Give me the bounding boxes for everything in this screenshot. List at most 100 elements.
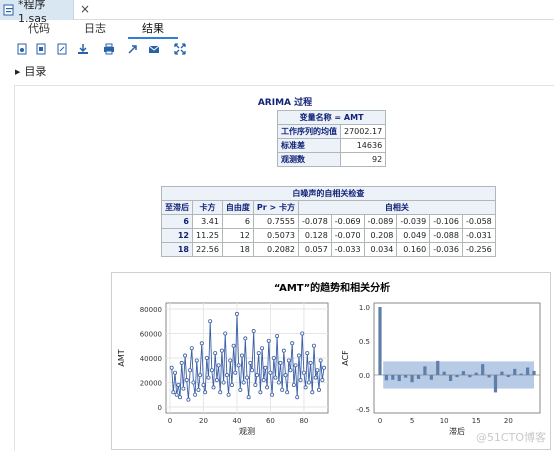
- data-point: [181, 386, 186, 391]
- data-point: [198, 373, 203, 378]
- data-point: [229, 382, 234, 387]
- expand-icon[interactable]: [174, 43, 186, 55]
- data-point: [173, 370, 178, 375]
- data-point: [189, 346, 194, 351]
- data-point: [174, 392, 179, 397]
- y-tick-label: 20000: [140, 380, 162, 388]
- data-point: [308, 360, 313, 365]
- data-point: [188, 368, 193, 373]
- data-point: [233, 370, 238, 375]
- result-subtabs: 代码 日志 结果: [0, 21, 554, 39]
- data-point: [239, 353, 244, 358]
- data-point: [214, 378, 219, 383]
- data-point: [281, 348, 286, 353]
- wn-title: 白噪声的自相关检查: [161, 186, 496, 201]
- y-tick-label: 0.5: [359, 338, 370, 346]
- data-point: [313, 375, 318, 380]
- table-row: 观测数 92: [277, 152, 387, 167]
- x-tick-label: 40: [232, 417, 241, 425]
- data-point: [221, 380, 226, 385]
- acf-bar: [404, 375, 408, 378]
- data-point: [311, 343, 316, 348]
- data-point: [265, 385, 270, 390]
- email-icon[interactable]: [148, 43, 160, 55]
- acf-bar: [436, 360, 440, 375]
- data-point: [306, 380, 311, 385]
- close-tab-icon[interactable]: ×: [80, 2, 90, 16]
- chart-svg: 0 20000 40000 60000 80000 0 20 40 60 80 观测 AMT -0.5 0…: [117, 302, 541, 436]
- tab-log[interactable]: 日志: [78, 21, 112, 39]
- acf-bar: [461, 371, 466, 375]
- data-point: [298, 378, 303, 383]
- data-point: [176, 382, 181, 387]
- download-icon[interactable]: [77, 43, 89, 55]
- data-point: [224, 373, 229, 378]
- acf-bar: [416, 375, 421, 379]
- col-df: 自由度: [221, 200, 254, 215]
- data-point: [213, 351, 218, 356]
- x-tick-label: 10: [440, 417, 449, 425]
- acf-bar: [442, 371, 446, 375]
- results-pane: ARIMA 过程 变量名称 = AMT 工作序列的均值 27002.17 标准差 1…: [14, 85, 554, 451]
- data-point: [275, 333, 280, 338]
- data-point: [223, 331, 228, 336]
- data-point: [318, 358, 323, 363]
- table-row: 标准差 14636: [277, 138, 387, 153]
- data-point: [268, 370, 273, 375]
- data-point: [260, 346, 265, 351]
- document-titlebar: *程序 1.sas ×: [0, 0, 554, 25]
- data-point: [236, 363, 241, 368]
- plot-frame: [373, 302, 541, 414]
- program-tab[interactable]: *程序 1.sas: [0, 0, 74, 25]
- proc-title: ARIMA 过程: [257, 98, 313, 108]
- data-point: [305, 351, 310, 356]
- print-icon[interactable]: [103, 43, 115, 55]
- y-tick-label: 40000: [140, 355, 162, 363]
- tab-results[interactable]: 结果: [128, 21, 178, 39]
- data-point: [219, 348, 224, 353]
- data-point: [316, 387, 321, 392]
- data-point: [194, 358, 199, 363]
- save-icon[interactable]: [56, 43, 68, 55]
- table-row: 6 3.41 6 0.7555 -0.078 -0.069 -0.089 -0.039 -0.…: [161, 214, 496, 229]
- table-row: 工作序列的均值 27002.17: [277, 124, 387, 139]
- table-row: 18 22.56 18 0.2082 0.057 -0.033 0.034 0.160 -0.…: [161, 242, 496, 257]
- outline-toggle[interactable]: ▶ 目录: [15, 63, 46, 79]
- data-point: [231, 343, 236, 348]
- x-axis-label: 滞后: [449, 426, 465, 436]
- new-icon[interactable]: [16, 43, 28, 55]
- data-point: [261, 378, 266, 383]
- data-point: [278, 360, 283, 365]
- acf-bar: [423, 366, 427, 375]
- data-point: [263, 365, 268, 370]
- data-point: [238, 387, 243, 392]
- data-point: [171, 390, 176, 395]
- data-point: [191, 380, 196, 385]
- x-tick-label: 5: [410, 417, 414, 425]
- data-point: [201, 382, 206, 387]
- trend-correlation-panel: “AMT”的趋势和相关分析 0 20000 40000 60000 80000 0 20 40…: [111, 272, 551, 450]
- data-point: [256, 351, 261, 356]
- data-point: [273, 375, 278, 380]
- open-icon[interactable]: [35, 43, 47, 55]
- acf-bar: [532, 370, 536, 375]
- data-point: [251, 329, 256, 334]
- acf-bar: [481, 364, 485, 375]
- acf-bar: [455, 375, 459, 378]
- acf-bar: [493, 375, 498, 393]
- export-icon[interactable]: [127, 43, 139, 55]
- x-tick-label: 15: [472, 417, 481, 425]
- x-tick-label: 20: [199, 417, 208, 425]
- acf-bar: [384, 375, 389, 381]
- data-point: [169, 365, 174, 370]
- data-point: [196, 387, 201, 392]
- data-point: [270, 392, 275, 397]
- data-point: [250, 368, 255, 373]
- summary-table: 变量名称 = AMT 工作序列的均值 27002.17 标准差 14636 观测数 9…: [276, 110, 387, 167]
- data-point: [203, 390, 208, 395]
- x-tick-label: 60: [266, 417, 275, 425]
- acf-bar: [391, 375, 395, 380]
- col-p: Pr > 卡方: [252, 200, 300, 215]
- data-point: [276, 380, 281, 385]
- tab-code[interactable]: 代码: [22, 21, 56, 39]
